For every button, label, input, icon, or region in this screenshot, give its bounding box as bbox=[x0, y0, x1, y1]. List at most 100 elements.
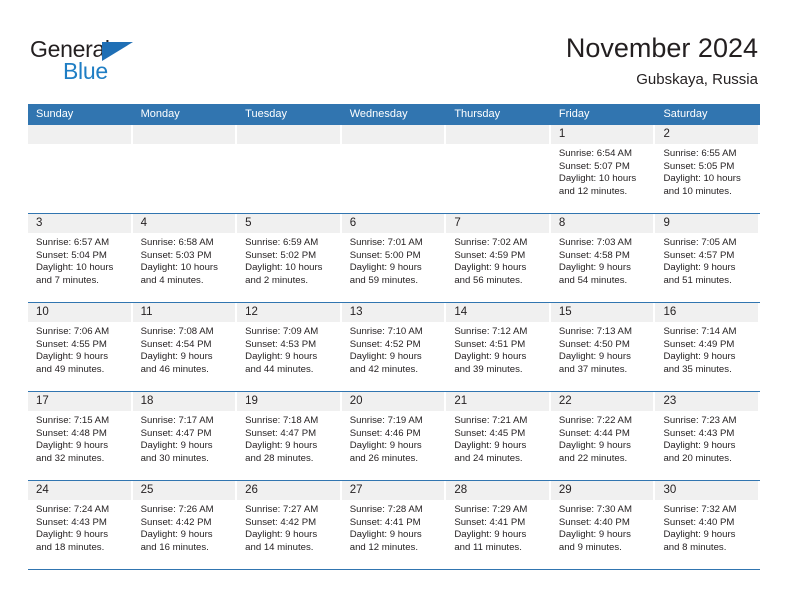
day-sunrise-text: Sunrise: 6:58 AM bbox=[140, 237, 214, 248]
day-details: Sunrise: 7:14 AM Sunset: 4:49 PM Daylight:… bbox=[655, 322, 760, 376]
page-title: November 2024 bbox=[565, 33, 758, 63]
day-cell[interactable]: 29 Sunrise: 7:30 AM Sunset: 4:40 PM Dayligh… bbox=[550, 481, 656, 569]
day-sunset-text: Sunset: 5:02 PM bbox=[245, 249, 317, 261]
day-cell[interactable]: 11 Sunrise: 7:08 AM Sunset: 4:54 PM Dayligh… bbox=[132, 303, 238, 391]
day-sunrise-text: Sunrise: 6:55 AM bbox=[663, 148, 737, 159]
day-cell[interactable]: 22 Sunrise: 7:22 AM Sunset: 4:44 PM Dayligh… bbox=[550, 392, 656, 480]
day-cell[interactable]: 26 Sunrise: 7:27 AM Sunset: 4:42 PM Dayligh… bbox=[237, 481, 342, 569]
day-cell[interactable]: 3 Sunrise: 6:57 AM Sunset: 5:04 PM Daylight… bbox=[28, 214, 133, 302]
day-cell[interactable]: 20 Sunrise: 7:19 AM Sunset: 4:46 PM Dayligh… bbox=[341, 392, 447, 480]
weekday-header-monday: Monday bbox=[140, 108, 180, 120]
day-number: 30 bbox=[655, 481, 759, 500]
day-daylight-2-text: and 49 minutes. bbox=[36, 363, 105, 375]
calendar-grid: Sunday Monday Tuesday Wednesday Thursday Frid… bbox=[28, 104, 761, 570]
day-number: 26 bbox=[237, 481, 340, 500]
day-daylight-2-text: and 39 minutes. bbox=[454, 363, 523, 375]
day-cell-empty bbox=[446, 125, 551, 213]
day-daylight-1-text: Daylight: 9 hours bbox=[663, 529, 736, 541]
day-daylight-1-text: Daylight: 9 hours bbox=[140, 529, 213, 541]
day-daylight-1-text: Daylight: 9 hours bbox=[349, 529, 422, 541]
day-daylight-2-text: and 44 minutes. bbox=[245, 363, 314, 375]
day-cell-empty bbox=[132, 125, 238, 213]
day-cell[interactable]: 17 Sunrise: 7:15 AM Sunset: 4:48 PM Dayligh… bbox=[28, 392, 133, 480]
day-details: Sunrise: 6:57 AM Sunset: 5:04 PM Daylight:… bbox=[28, 233, 133, 287]
day-daylight-2-text: and 30 minutes. bbox=[140, 452, 209, 464]
day-sunset-text: Sunset: 4:41 PM bbox=[454, 516, 526, 528]
day-daylight-1-text: Daylight: 9 hours bbox=[36, 440, 108, 452]
day-cell[interactable]: 1 Sunrise: 6:54 AM Sunset: 5:07 PM Daylight… bbox=[550, 125, 656, 213]
day-sunrise-text: Sunrise: 6:54 AM bbox=[558, 148, 632, 159]
day-daylight-1-text: Daylight: 9 hours bbox=[36, 529, 108, 541]
day-details: Sunrise: 7:15 AM Sunset: 4:48 PM Daylight:… bbox=[28, 411, 133, 465]
brand-name-bottom: Blue bbox=[63, 58, 108, 84]
day-cell[interactable]: 19 Sunrise: 7:18 AM Sunset: 4:47 PM Dayligh… bbox=[237, 392, 342, 480]
day-cell[interactable]: 7 Sunrise: 7:02 AM Sunset: 4:59 PM Daylight… bbox=[446, 214, 551, 302]
day-cell[interactable]: 4 Sunrise: 6:58 AM Sunset: 5:03 PM Daylight… bbox=[132, 214, 238, 302]
day-cell[interactable]: 27 Sunrise: 7:28 AM Sunset: 4:41 PM Dayligh… bbox=[341, 481, 447, 569]
day-sunset-text: Sunset: 4:53 PM bbox=[245, 338, 317, 350]
day-daylight-2-text: and 12 minutes. bbox=[349, 541, 419, 553]
day-sunrise-text: Sunrise: 7:15 AM bbox=[36, 415, 110, 426]
day-sunrise-text: Sunrise: 7:13 AM bbox=[558, 326, 632, 337]
day-sunrise-text: Sunrise: 7:01 AM bbox=[349, 237, 423, 248]
day-sunset-text: Sunset: 4:47 PM bbox=[140, 427, 212, 439]
day-daylight-1-text: Daylight: 10 hours bbox=[663, 173, 741, 185]
day-cell[interactable]: 2 Sunrise: 6:55 AM Sunset: 5:05 PM Daylight… bbox=[655, 125, 761, 213]
day-cell[interactable]: 6 Sunrise: 7:01 AM Sunset: 5:00 PM Daylight… bbox=[341, 214, 447, 302]
day-cell[interactable]: 25 Sunrise: 7:26 AM Sunset: 4:42 PM Dayligh… bbox=[132, 481, 238, 569]
calendar-weeks: 1 Sunrise: 6:54 AM Sunset: 5:07 PM Daylight… bbox=[28, 125, 761, 569]
day-details: Sunrise: 7:17 AM Sunset: 4:47 PM Daylight:… bbox=[133, 411, 238, 465]
day-cell[interactable]: 21 Sunrise: 7:21 AM Sunset: 4:45 PM Dayligh… bbox=[446, 392, 551, 480]
day-cell[interactable]: 13 Sunrise: 7:10 AM Sunset: 4:52 PM Dayligh… bbox=[341, 303, 447, 391]
day-cell[interactable]: 8 Sunrise: 7:03 AM Sunset: 4:58 PM Daylight… bbox=[550, 214, 656, 302]
day-cell[interactable]: 23 Sunrise: 7:23 AM Sunset: 4:43 PM Dayligh… bbox=[655, 392, 761, 480]
day-number: 9 bbox=[655, 214, 759, 233]
day-sunset-text: Sunset: 4:49 PM bbox=[663, 338, 735, 350]
day-sunset-text: Sunset: 5:07 PM bbox=[558, 160, 630, 172]
day-daylight-2-text: and 14 minutes. bbox=[245, 541, 314, 553]
day-cell[interactable]: 15 Sunrise: 7:13 AM Sunset: 4:50 PM Dayligh… bbox=[550, 303, 656, 391]
day-sunrise-text: Sunrise: 7:19 AM bbox=[349, 415, 423, 426]
day-number: 18 bbox=[132, 392, 236, 411]
day-cell[interactable]: 9 Sunrise: 7:05 AM Sunset: 4:57 PM Daylight… bbox=[655, 214, 761, 302]
day-number bbox=[237, 125, 340, 144]
day-cell[interactable]: 14 Sunrise: 7:12 AM Sunset: 4:51 PM Dayligh… bbox=[446, 303, 551, 391]
day-sunset-text: Sunset: 4:51 PM bbox=[454, 338, 526, 350]
day-cell-empty bbox=[237, 125, 342, 213]
day-details: Sunrise: 6:54 AM Sunset: 5:07 PM Daylight:… bbox=[551, 144, 656, 198]
day-cell[interactable]: 16 Sunrise: 7:14 AM Sunset: 4:49 PM Dayligh… bbox=[655, 303, 761, 391]
day-details: Sunrise: 7:19 AM Sunset: 4:46 PM Daylight:… bbox=[342, 411, 447, 465]
day-daylight-2-text: and 10 minutes. bbox=[663, 185, 732, 197]
day-details: Sunrise: 7:13 AM Sunset: 4:50 PM Daylight:… bbox=[551, 322, 656, 376]
day-details: Sunrise: 7:09 AM Sunset: 4:53 PM Daylight:… bbox=[237, 322, 342, 376]
day-sunrise-text: Sunrise: 7:12 AM bbox=[454, 326, 528, 337]
day-sunrise-text: Sunrise: 7:09 AM bbox=[245, 326, 319, 337]
day-cell[interactable]: 24 Sunrise: 7:24 AM Sunset: 4:43 PM Dayligh… bbox=[28, 481, 133, 569]
page-header: General Blue November 2024 Gubskaya, Rus… bbox=[0, 0, 792, 98]
day-details: Sunrise: 7:22 AM Sunset: 4:44 PM Daylight:… bbox=[551, 411, 656, 465]
brand-logo[interactable]: General Blue bbox=[30, 36, 210, 88]
day-cell[interactable]: 5 Sunrise: 6:59 AM Sunset: 5:02 PM Daylight… bbox=[237, 214, 342, 302]
day-sunrise-text: Sunrise: 7:27 AM bbox=[245, 504, 319, 515]
day-sunrise-text: Sunrise: 7:21 AM bbox=[454, 415, 528, 426]
weekday-header-saturday: Saturday bbox=[663, 108, 708, 120]
day-daylight-2-text: and 42 minutes. bbox=[349, 363, 419, 375]
day-cell[interactable]: 18 Sunrise: 7:17 AM Sunset: 4:47 PM Dayligh… bbox=[132, 392, 238, 480]
day-sunrise-text: Sunrise: 7:10 AM bbox=[349, 326, 423, 337]
day-daylight-2-text: and 59 minutes. bbox=[349, 274, 419, 286]
day-sunrise-text: Sunrise: 7:24 AM bbox=[36, 504, 110, 515]
day-daylight-1-text: Daylight: 9 hours bbox=[349, 440, 422, 452]
day-number: 11 bbox=[132, 303, 236, 322]
calendar-week-row: 17 Sunrise: 7:15 AM Sunset: 4:48 PM Dayligh… bbox=[28, 391, 761, 480]
day-cell[interactable]: 30 Sunrise: 7:32 AM Sunset: 4:40 PM Dayligh… bbox=[655, 481, 761, 569]
day-number: 17 bbox=[28, 392, 131, 411]
day-cell[interactable]: 12 Sunrise: 7:09 AM Sunset: 4:53 PM Dayligh… bbox=[237, 303, 342, 391]
day-details: Sunrise: 7:26 AM Sunset: 4:42 PM Daylight:… bbox=[133, 500, 238, 554]
weekday-header-thursday: Thursday bbox=[454, 108, 501, 120]
day-daylight-2-text: and 8 minutes. bbox=[663, 541, 727, 553]
day-daylight-1-text: Daylight: 9 hours bbox=[558, 351, 631, 363]
day-cell[interactable]: 28 Sunrise: 7:29 AM Sunset: 4:41 PM Dayligh… bbox=[446, 481, 551, 569]
day-cell[interactable]: 10 Sunrise: 7:06 AM Sunset: 4:55 PM Dayligh… bbox=[28, 303, 133, 391]
day-sunset-text: Sunset: 4:52 PM bbox=[349, 338, 421, 350]
day-number: 7 bbox=[446, 214, 549, 233]
